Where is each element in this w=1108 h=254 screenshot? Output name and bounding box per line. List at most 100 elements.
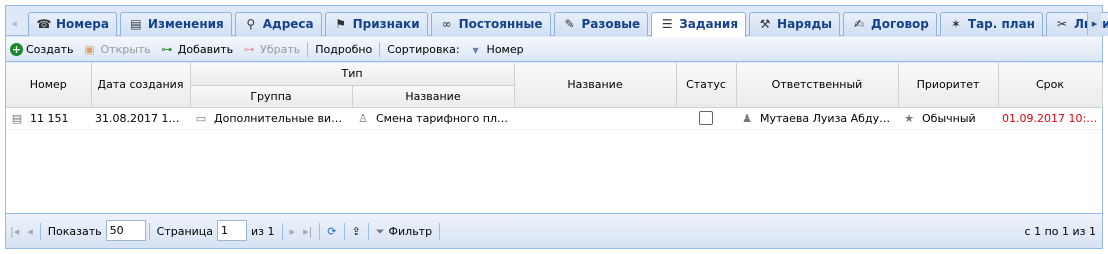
filter-button[interactable]: ⏷ Фильтр bbox=[372, 214, 436, 249]
grid-body: ▤ 11 151 31.08.2017 10:53 ▭ Дополнительные… bbox=[6, 107, 1102, 130]
tab-label: Наряды bbox=[777, 17, 833, 31]
sort-desc-icon: ▼ bbox=[472, 46, 479, 55]
award-icon: ♙ bbox=[358, 111, 368, 125]
grid-header: Номер Дата создания Тип Название Статус … bbox=[6, 63, 1103, 108]
open-button[interactable]: ▣ Открыть bbox=[78, 37, 155, 62]
phone-icon: ☎ bbox=[36, 17, 52, 31]
paging-toolbar: |◂ ◂ Показать Страница из 1 ▸ ▸| ⟳ ⇪ ⏷Фи… bbox=[6, 213, 1102, 248]
header-number[interactable]: Номер bbox=[6, 63, 92, 108]
tab-scroll-right-button[interactable]: ▸ bbox=[1087, 12, 1101, 35]
cell-group: ▭ Дополнительные виды ... bbox=[190, 107, 352, 130]
page-label: Страница bbox=[156, 225, 214, 238]
pager-separator bbox=[281, 223, 283, 240]
tab-2[interactable]: ⚲ Адреса bbox=[234, 12, 322, 36]
scissors-icon: ✂ bbox=[1056, 17, 1067, 31]
prev-page-icon[interactable]: ◂ bbox=[23, 214, 37, 249]
details-button[interactable]: Подробно bbox=[311, 37, 376, 62]
tab-0[interactable]: ☎ Номера bbox=[28, 12, 117, 36]
tab-label: Тар. план bbox=[967, 17, 1035, 31]
folder-icon: ▭ bbox=[195, 111, 207, 125]
create-button[interactable]: + Создать bbox=[6, 37, 78, 62]
type-name-value: Смена тарифного план... bbox=[376, 111, 514, 125]
tab-9[interactable]: ✶ Тар. план bbox=[939, 12, 1043, 36]
sort-dropdown[interactable]: ▼ Номер bbox=[464, 37, 528, 62]
tab-5[interactable]: ✎ Разовые bbox=[553, 12, 649, 36]
pager-separator bbox=[343, 223, 345, 240]
pager-separator bbox=[319, 223, 321, 240]
page-number-input[interactable] bbox=[217, 220, 248, 241]
next-page-icon[interactable]: ▸ bbox=[286, 214, 300, 249]
header-name[interactable]: Название bbox=[514, 63, 677, 108]
map-pin-icon: ⚲ bbox=[246, 17, 256, 31]
toolbar: + Создать ▣ Открыть ⊶ Добавить ⊶ Убрать Подр… bbox=[6, 37, 1102, 62]
tab-label: Задания bbox=[679, 17, 739, 31]
header-type: Тип bbox=[190, 63, 515, 86]
sort-label: Сортировка: bbox=[387, 43, 460, 56]
paging-summary: с 1 по 1 из 1 bbox=[1024, 225, 1096, 238]
header-due[interactable]: Срок bbox=[998, 63, 1103, 108]
header-created[interactable]: Дата создания bbox=[91, 63, 191, 108]
tab-strip: ☎ Номера ▤ Изменения ⚲ Адреса ⚑ Признаки ∞ Постоя… bbox=[28, 12, 1108, 37]
page-count-label: из 1 bbox=[251, 225, 275, 238]
tab-bar: ◂ ☎ Номера ▤ Изменения ⚲ Адреса ⚑ Признаки ∞ Пост… bbox=[6, 6, 1108, 37]
link-icon: ∞ bbox=[441, 17, 452, 31]
tab-1[interactable]: ▤ Изменения bbox=[119, 12, 232, 36]
last-page-icon[interactable]: ▸| bbox=[299, 214, 316, 249]
tab-7[interactable]: ⚒ Наряды bbox=[749, 12, 841, 36]
refresh-icon[interactable]: ⟳ bbox=[323, 214, 340, 249]
tab-6[interactable]: ☰ Задания bbox=[651, 12, 747, 37]
task-list-icon: ☰ bbox=[661, 17, 673, 31]
contract-edit-icon: ✍ bbox=[853, 17, 865, 31]
task-number: 11 151 bbox=[30, 111, 69, 125]
link-remove-icon: ⊶ bbox=[243, 43, 255, 56]
responsible-value: Мутаева Луиза Абдуму... bbox=[760, 111, 898, 125]
remove-label: Убрать bbox=[260, 43, 301, 56]
tab-4[interactable]: ∞ Постоянные bbox=[430, 12, 551, 36]
tab-scroll-left-button[interactable]: ◂ bbox=[7, 12, 21, 35]
pager-separator bbox=[367, 223, 369, 240]
status-checkbox[interactable] bbox=[699, 111, 713, 126]
cell-status bbox=[676, 107, 736, 130]
create-label: Создать bbox=[26, 43, 74, 56]
export-upload-icon[interactable]: ⇪ bbox=[348, 214, 365, 249]
header-type-name[interactable]: Название bbox=[352, 85, 515, 108]
table-row[interactable]: ▤ 11 151 31.08.2017 10:53 ▭ Дополнительные… bbox=[6, 107, 1102, 130]
tags-icon: ⚑ bbox=[335, 17, 347, 31]
task-panel: ◂ ☎ Номера ▤ Изменения ⚲ Адреса ⚑ Признаки ∞ Пост… bbox=[5, 5, 1108, 249]
cell-name bbox=[514, 107, 676, 130]
toolbar-separator bbox=[307, 42, 309, 57]
tab-8[interactable]: ✍ Договор bbox=[843, 12, 937, 36]
tab-3[interactable]: ⚑ Признаки bbox=[324, 12, 428, 36]
pager-separator bbox=[439, 223, 441, 240]
header-status[interactable]: Статус bbox=[676, 63, 737, 108]
link-add-icon: ⊶ bbox=[161, 43, 173, 56]
tool-icon: ⚒ bbox=[759, 17, 771, 31]
cell-type-name: ♙ Смена тарифного план... bbox=[352, 107, 514, 130]
group-value: Дополнительные виды ... bbox=[214, 111, 352, 125]
header-priority[interactable]: Приоритет bbox=[898, 63, 999, 108]
add-label: Добавить bbox=[177, 43, 234, 56]
tariff-network-icon: ✶ bbox=[950, 17, 961, 31]
first-page-icon[interactable]: |◂ bbox=[6, 214, 23, 249]
cell-priority: ★ Обычный bbox=[898, 107, 998, 130]
document-icon: ▤ bbox=[130, 17, 142, 31]
tab-label: Изменения bbox=[147, 17, 224, 31]
cell-created: 31.08.2017 10:53 bbox=[91, 107, 190, 130]
task-document-icon: ▤ bbox=[11, 111, 23, 125]
pager-separator bbox=[148, 223, 150, 240]
open-document-icon: ▣ bbox=[84, 43, 95, 56]
cell-due: 01.09.2017 10:53 bbox=[998, 107, 1102, 130]
add-button[interactable]: ⊶ Добавить bbox=[155, 37, 237, 62]
priority-value: Обычный bbox=[922, 111, 976, 125]
filter-icon: ⏷ bbox=[375, 225, 385, 238]
header-responsible[interactable]: Ответственный bbox=[736, 63, 899, 108]
page-size-input[interactable] bbox=[105, 220, 146, 241]
tasks-grid: Номер Дата создания Тип Название Статус … bbox=[6, 63, 1103, 213]
plus-icon: + bbox=[10, 43, 23, 56]
tab-label: Договор bbox=[871, 17, 929, 31]
user-icon: ♟ bbox=[742, 111, 752, 125]
remove-button[interactable]: ⊶ Убрать bbox=[237, 37, 304, 62]
header-group[interactable]: Группа bbox=[190, 85, 353, 108]
tab-label: Адреса bbox=[262, 17, 314, 31]
tab-label: Номера bbox=[56, 17, 109, 31]
